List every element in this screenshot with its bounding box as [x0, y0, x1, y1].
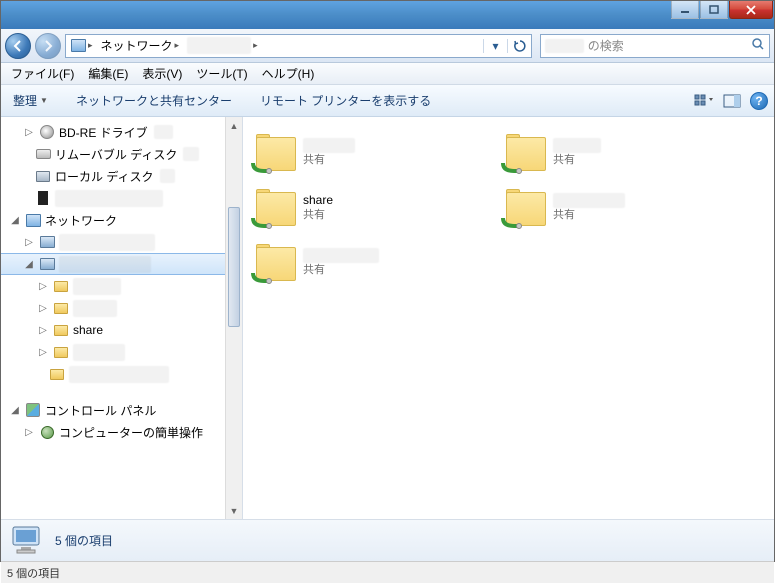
- folder-icon: [53, 278, 69, 294]
- folder-icon: [53, 300, 69, 316]
- forward-button[interactable]: [35, 33, 61, 59]
- folder-sub: 共有: [303, 208, 333, 222]
- folder-icon: [53, 344, 69, 360]
- navigation-bar: ▸ ネットワーク▸ ▸ ▾ の検索: [1, 29, 774, 63]
- tree-network-computer-1[interactable]: ▷: [1, 231, 242, 253]
- tree-local-disk[interactable]: ローカル ディスク: [1, 165, 242, 187]
- folder-item[interactable]: 共有: [251, 125, 501, 180]
- scroll-up-button[interactable]: ▲: [226, 117, 242, 134]
- tree-network[interactable]: ◢ネットワーク: [1, 209, 242, 231]
- shared-folder-icon: [503, 131, 547, 175]
- status-bar: 5 個の項目: [1, 561, 774, 583]
- network-icon: [70, 38, 86, 54]
- back-button[interactable]: [5, 33, 31, 59]
- shared-folder-icon: [253, 241, 297, 285]
- computer-icon: [39, 256, 55, 272]
- folder-name: share: [303, 193, 333, 209]
- ease-icon: [39, 424, 55, 440]
- menu-edit[interactable]: 編集(E): [82, 63, 134, 84]
- menu-bar: ファイル(F) 編集(E) 表示(V) ツール(T) ヘルプ(H): [1, 63, 774, 85]
- menu-help[interactable]: ヘルプ(H): [256, 63, 321, 84]
- tree-bdre-drive[interactable]: ▷BD-RE ドライブ: [1, 121, 242, 143]
- disc-icon: [39, 124, 55, 140]
- computer-icon: [39, 234, 55, 250]
- tree-control-panel[interactable]: ◢コントロール パネル: [1, 399, 242, 421]
- menu-view[interactable]: 表示(V): [136, 63, 188, 84]
- folder-name: [303, 138, 355, 154]
- maximize-button[interactable]: [700, 1, 728, 19]
- network-icon: [25, 212, 41, 228]
- device-icon: [35, 190, 51, 206]
- titlebar: [1, 1, 774, 29]
- drive-icon: [35, 146, 51, 162]
- address-bar[interactable]: ▸ ネットワーク▸ ▸ ▾: [65, 34, 532, 58]
- search-box[interactable]: の検索: [540, 34, 770, 58]
- command-bar: 整理 ▼ ネットワークと共有センター リモート プリンターを表示する ?: [1, 85, 774, 117]
- refresh-button[interactable]: [507, 39, 531, 53]
- tree-share-d[interactable]: ▷: [1, 341, 242, 363]
- details-summary: 5 個の項目: [55, 532, 113, 549]
- shared-folder-icon: [253, 131, 297, 175]
- breadcrumb-computer[interactable]: [187, 37, 251, 54]
- folder-item[interactable]: 共有: [501, 180, 751, 235]
- tree-network-computer-selected[interactable]: ◢: [1, 253, 242, 275]
- folder-name: [553, 138, 601, 154]
- folder-sub: 共有: [553, 153, 601, 167]
- scroll-down-button[interactable]: ▼: [226, 502, 242, 519]
- tree-ease-of-access[interactable]: ▷コンピューターの簡単操作: [1, 421, 242, 443]
- tree-share-e[interactable]: [1, 363, 242, 385]
- folder-item[interactable]: 共有: [251, 235, 501, 290]
- folder-sub: 共有: [303, 263, 379, 277]
- menu-tools[interactable]: ツール(T): [190, 63, 253, 84]
- close-button[interactable]: [729, 1, 773, 19]
- tree-removable-disk[interactable]: リムーバブル ディスク: [1, 143, 242, 165]
- tree-unknown-device[interactable]: [1, 187, 242, 209]
- menu-file[interactable]: ファイル(F): [5, 63, 80, 84]
- folder-item[interactable]: 共有: [501, 125, 751, 180]
- minimize-button[interactable]: [671, 1, 699, 19]
- search-placeholder: の検索: [588, 39, 624, 53]
- tree-share-share[interactable]: ▷share: [1, 319, 242, 341]
- remote-printer-button[interactable]: リモート プリンターを表示する: [254, 89, 437, 112]
- folder-icon: [49, 366, 65, 382]
- navigation-tree: ▷BD-RE ドライブ リムーバブル ディスク ローカル ディスク ◢ネットワー…: [1, 117, 243, 519]
- status-text: 5 個の項目: [7, 565, 60, 581]
- preview-pane-button[interactable]: [722, 91, 742, 111]
- details-pane: 5 個の項目: [1, 519, 774, 561]
- tree-share-b[interactable]: ▷: [1, 297, 242, 319]
- search-icon: [751, 37, 765, 54]
- organize-button[interactable]: 整理 ▼: [7, 89, 54, 112]
- folder-sub: 共有: [303, 153, 355, 167]
- folder-icon: [53, 322, 69, 338]
- network-center-button[interactable]: ネットワークと共有センター: [70, 89, 238, 112]
- help-button[interactable]: ?: [750, 92, 768, 110]
- view-options-button[interactable]: [694, 91, 714, 111]
- folder-name: [553, 193, 625, 209]
- folder-name: [303, 248, 379, 264]
- folder-item[interactable]: share共有: [251, 180, 501, 235]
- tree-scrollbar[interactable]: ▲ ▼: [225, 117, 242, 519]
- scroll-thumb[interactable]: [228, 207, 240, 327]
- computer-large-icon: [9, 523, 47, 559]
- disk-icon: [35, 168, 51, 184]
- shared-folder-icon: [503, 186, 547, 230]
- control-panel-icon: [25, 402, 41, 418]
- folder-sub: 共有: [553, 208, 625, 222]
- tree-share-a[interactable]: ▷: [1, 275, 242, 297]
- address-dropdown[interactable]: ▾: [483, 39, 507, 53]
- content-area[interactable]: 共有 共有 share共有 共有 共有: [243, 117, 774, 519]
- shared-folder-icon: [253, 186, 297, 230]
- breadcrumb-network[interactable]: ネットワーク: [101, 37, 173, 54]
